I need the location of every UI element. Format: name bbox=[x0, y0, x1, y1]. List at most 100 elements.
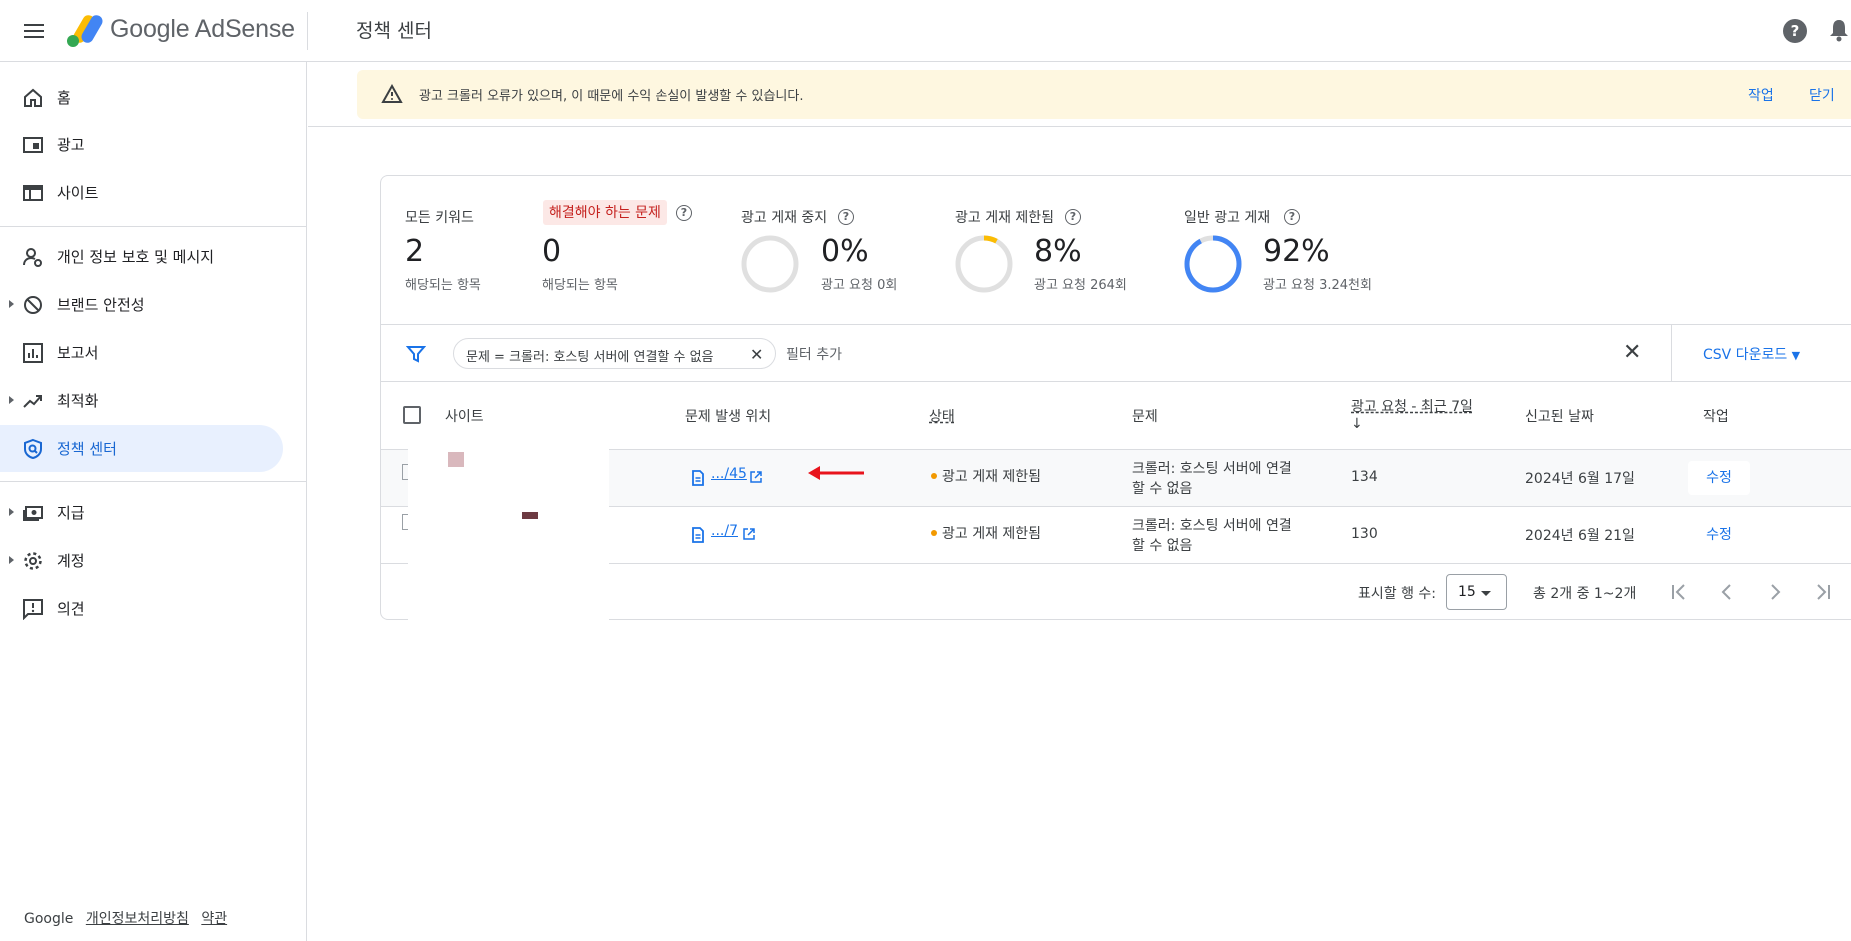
column-header-status[interactable]: 상태 bbox=[929, 406, 955, 426]
site-favicon bbox=[448, 452, 464, 467]
sidebar-item-account[interactable]: 계정 bbox=[0, 537, 283, 584]
sidebar-item-label: 의견 bbox=[57, 600, 85, 618]
normal-label: 일반 광고 게재 bbox=[1184, 210, 1271, 226]
sidebar-item-label: 지급 bbox=[57, 504, 85, 522]
help-icon[interactable]: ? bbox=[1065, 209, 1081, 225]
status-dot bbox=[931, 530, 937, 536]
chevron-down-icon: ▼ bbox=[1791, 349, 1801, 362]
issue-location-link[interactable]: .../7 bbox=[711, 523, 738, 539]
issues-to-fix-tab[interactable]: 해결해야 하는 문제 bbox=[543, 200, 667, 225]
rows-per-page-select[interactable]: 15 bbox=[1446, 574, 1507, 610]
warning-icon bbox=[381, 84, 403, 103]
issue-text: 할 수 없음 bbox=[1132, 538, 1193, 554]
reports-icon bbox=[23, 343, 43, 363]
column-header-reported-date[interactable]: 신고된 날짜 bbox=[1525, 406, 1594, 426]
sidebar-item-label: 계정 bbox=[57, 552, 85, 570]
sidebar-item-home[interactable]: 홈 bbox=[0, 74, 283, 121]
issue-location-link[interactable]: .../45 bbox=[711, 466, 747, 482]
next-page-icon[interactable] bbox=[1763, 580, 1787, 604]
edit-button[interactable]: 수정 bbox=[1688, 461, 1750, 495]
redacted-site-area bbox=[402, 447, 609, 621]
column-header-issue[interactable]: 문제 bbox=[1132, 406, 1158, 426]
status-text: 광고 게재 제한됨 bbox=[942, 526, 1042, 542]
filter-chip[interactable]: 문제 = 크롤러: 호스팅 서버에 연결할 수 없음 ✕ bbox=[453, 338, 776, 369]
sidebar-nav: 홈 광고 사이트 개인 정보 보호 및 메시지 브랜드 안전성 보고서 최적화 … bbox=[0, 62, 307, 941]
limited-label: 광고 게재 제한됨 bbox=[955, 210, 1055, 226]
footer-brand: Google bbox=[24, 911, 74, 927]
row-checkbox[interactable] bbox=[402, 514, 408, 530]
block-icon bbox=[24, 296, 42, 314]
ad-requests-value: 134 bbox=[1351, 469, 1378, 485]
sidebar-item-sites[interactable]: 사이트 bbox=[0, 169, 283, 216]
sidebar-item-optimization[interactable]: 최적화 bbox=[0, 377, 283, 424]
top-app-bar: Google AdSense 정책 센터 ? bbox=[0, 0, 1851, 62]
issues-sub: 해당되는 항목 bbox=[542, 278, 618, 293]
sidebar-item-label: 사이트 bbox=[57, 184, 99, 202]
menu-icon[interactable] bbox=[18, 16, 50, 46]
reported-date: 2024년 6월 21일 bbox=[1525, 528, 1635, 544]
sidebar-item-label: 최적화 bbox=[57, 392, 99, 410]
close-icon[interactable]: ✕ bbox=[750, 345, 763, 364]
expand-caret-icon bbox=[9, 508, 14, 516]
notifications-icon[interactable] bbox=[1828, 18, 1850, 42]
nav-divider bbox=[0, 226, 306, 227]
alert-dismiss-button[interactable]: 닫기 bbox=[1809, 85, 1835, 105]
sidebar-item-policy-center[interactable]: 정책 센터 bbox=[0, 425, 283, 472]
help-icon[interactable]: ? bbox=[1783, 19, 1807, 43]
csv-download-button[interactable]: CSV 다운로드 ▼ bbox=[1703, 344, 1800, 364]
help-icon[interactable]: ? bbox=[838, 209, 854, 225]
terms-link[interactable]: 약관 bbox=[201, 911, 227, 927]
issue-text: 크롤러: 호스팅 서버에 연결 bbox=[1132, 518, 1292, 534]
alert-action-button[interactable]: 작업 bbox=[1748, 85, 1774, 105]
all-keywords-sub: 해당되는 항목 bbox=[405, 278, 481, 293]
divider bbox=[307, 12, 308, 50]
sidebar-item-brand-safety[interactable]: 브랜드 안전성 bbox=[0, 281, 283, 328]
column-header-ad-requests[interactable]: 광고 요청 - 최근 7일 bbox=[1351, 396, 1473, 416]
status-text: 광고 게재 제한됨 bbox=[942, 469, 1042, 485]
sidebar-item-label: 홈 bbox=[57, 89, 71, 107]
status-dot bbox=[931, 473, 937, 479]
sort-arrow-icon[interactable]: ↓ bbox=[1351, 416, 1363, 432]
column-header-site[interactable]: 사이트 bbox=[445, 406, 484, 426]
row-checkbox[interactable] bbox=[402, 464, 408, 480]
paused-sub: 광고 요청 0회 bbox=[821, 278, 898, 293]
sidebar-item-feedback[interactable]: 의견 bbox=[0, 585, 283, 632]
all-keywords-value: 2 bbox=[405, 234, 425, 269]
sidebar-item-privacy[interactable]: 개인 정보 보호 및 메시지 bbox=[0, 233, 283, 280]
clear-filters-icon[interactable]: ✕ bbox=[1623, 340, 1641, 365]
filter-icon[interactable] bbox=[406, 344, 426, 364]
payments-icon bbox=[23, 506, 43, 521]
help-icon[interactable]: ? bbox=[1284, 209, 1300, 225]
sidebar-item-label: 광고 bbox=[57, 136, 85, 154]
privacy-policy-link[interactable]: 개인정보처리방침 bbox=[86, 911, 189, 927]
reported-date: 2024년 6월 17일 bbox=[1525, 471, 1635, 487]
add-filter-input[interactable]: 필터 추가 bbox=[786, 344, 842, 364]
crawler-error-alert: 광고 크롤러 오류가 있으며, 이 때문에 수익 손실이 발생할 수 있습니다.… bbox=[357, 70, 1851, 119]
select-all-checkbox[interactable] bbox=[403, 406, 421, 424]
open-in-new-icon[interactable] bbox=[750, 471, 762, 483]
column-header-location[interactable]: 문제 발생 위치 bbox=[685, 406, 771, 426]
column-header-action: 작업 bbox=[1703, 409, 1729, 425]
normal-sub: 광고 요청 3.24천회 bbox=[1263, 278, 1372, 293]
sidebar-item-reports[interactable]: 보고서 bbox=[0, 329, 283, 376]
divider bbox=[308, 126, 1851, 127]
open-in-new-icon[interactable] bbox=[743, 528, 755, 540]
limited-donut-chart bbox=[955, 235, 1013, 293]
ads-icon bbox=[23, 137, 43, 153]
table-header: 사이트 문제 발생 위치 상태 문제 광고 요청 - 최근 7일 ↓ 신고된 날… bbox=[381, 382, 1851, 450]
document-icon bbox=[692, 470, 704, 486]
limited-value: 8% bbox=[1034, 234, 1082, 269]
sidebar-item-label: 보고서 bbox=[57, 344, 99, 362]
paused-value: 0% bbox=[821, 234, 869, 269]
last-page-icon[interactable] bbox=[1811, 580, 1835, 604]
help-icon[interactable]: ? bbox=[676, 205, 692, 221]
expand-caret-icon bbox=[9, 556, 14, 564]
previous-page-icon[interactable] bbox=[1715, 580, 1739, 604]
alert-message: 광고 크롤러 오류가 있으며, 이 때문에 수익 손실이 발생할 수 있습니다. bbox=[419, 89, 804, 104]
divider bbox=[1671, 325, 1672, 382]
first-page-icon[interactable] bbox=[1667, 580, 1691, 604]
sidebar-item-payments[interactable]: 지급 bbox=[0, 489, 283, 536]
edit-button[interactable]: 수정 bbox=[1688, 518, 1750, 552]
limited-sub: 광고 요청 264회 bbox=[1034, 278, 1127, 293]
sidebar-item-ads[interactable]: 광고 bbox=[0, 121, 283, 168]
